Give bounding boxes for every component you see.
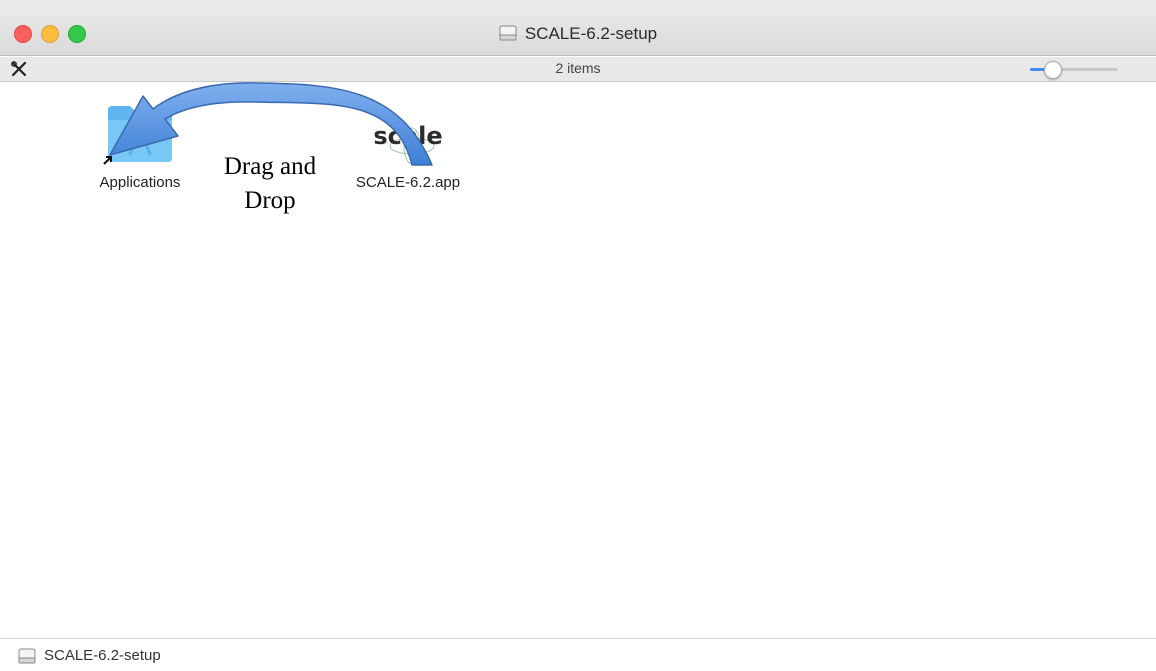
drag-and-drop-annotation: Drag and Drop: [196, 150, 344, 218]
path-bar-label[interactable]: SCALE-6.2-setup: [44, 647, 161, 664]
finder-content: Applications scale SCALE-6.2.app Drag an…: [0, 82, 1156, 637]
annotation-line-2: Drop: [244, 187, 296, 214]
status-bar: 2 items: [0, 57, 1156, 82]
disk-image-icon: [499, 24, 517, 47]
window-title: SCALE-6.2-setup: [524, 24, 658, 43]
title-bar: SCALE-6.2-setup: [0, 0, 1156, 56]
icon-size-slider[interactable]: [1030, 61, 1118, 79]
disk-image-icon: [18, 647, 36, 670]
annotation-line-1: Drag and: [223, 153, 317, 180]
item-count-label: 2 items: [555, 60, 601, 76]
window-title-area: SCALE-6.2-setup: [0, 24, 1156, 47]
slider-knob[interactable]: [1044, 61, 1062, 79]
path-bar: SCALE-6.2-setup: [0, 638, 1156, 671]
